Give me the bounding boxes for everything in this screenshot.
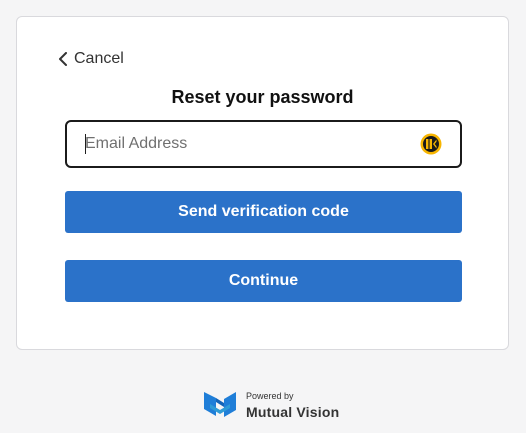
keeper-icon[interactable] bbox=[420, 133, 442, 155]
mutual-vision-logo bbox=[204, 392, 236, 417]
page-title: Reset your password bbox=[171, 87, 354, 107]
send-verification-code-button[interactable]: Send verification code bbox=[65, 191, 462, 233]
cancel-label: Cancel bbox=[74, 50, 124, 67]
page: Cancel Reset your password Send verifica… bbox=[0, 0, 526, 433]
powered-by-label: Powered by bbox=[246, 390, 294, 401]
continue-button[interactable]: Continue bbox=[65, 260, 462, 302]
email-field[interactable] bbox=[67, 122, 420, 166]
reset-password-card: Cancel Reset your password Send verifica… bbox=[16, 16, 509, 350]
email-field-container[interactable] bbox=[65, 120, 462, 168]
chevron-left-icon bbox=[59, 52, 67, 66]
powered-by-badge: Powered by Mutual Vision bbox=[202, 389, 339, 421]
brand-name: Mutual Vision bbox=[246, 403, 340, 420]
cancel-link[interactable]: Cancel bbox=[58, 50, 124, 68]
text-cursor bbox=[85, 134, 86, 154]
